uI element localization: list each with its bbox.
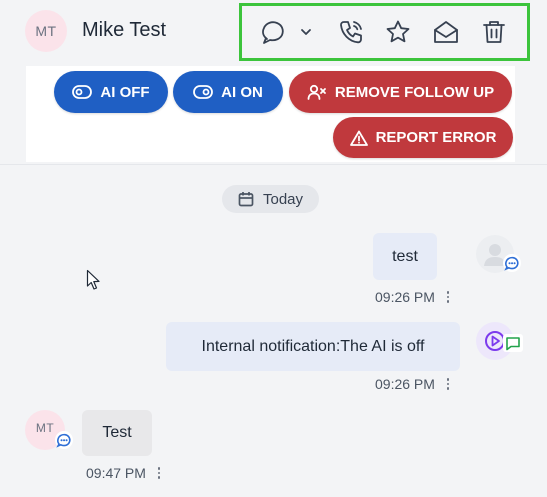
ai-on-button[interactable]: AI ON [173,71,283,113]
ai-on-label: AI ON [221,83,263,101]
message-options-icon[interactable] [445,290,452,304]
message-timestamp: 09:26 PM [375,376,451,392]
chat-channel-icon [503,254,521,272]
message-text: test [392,247,418,265]
chat-channel-icon [55,431,73,449]
envelope-icon[interactable] [431,17,461,47]
report-error-button[interactable]: REPORT ERROR [333,117,513,158]
star-icon[interactable] [383,17,413,47]
message-bubble[interactable]: Test [82,410,152,456]
calendar-icon [238,192,254,207]
trash-icon[interactable] [479,17,509,47]
internal-note-icon [503,334,523,352]
mouse-cursor-icon [86,269,102,296]
message-timestamp: 09:47 PM [86,465,162,481]
conversation-header: MT Mike Test [0,0,547,66]
action-buttons-panel: AI OFF AI ON REMOVE FOLLOW UP REPORT ERR… [26,66,515,162]
report-error-label: REPORT ERROR [375,129,497,146]
ai-off-label: AI OFF [100,83,150,101]
toggle-on-icon [193,85,214,99]
remove-follow-up-button[interactable]: REMOVE FOLLOW UP [289,71,512,113]
chevron-down-icon[interactable] [297,17,315,47]
contact-avatar[interactable]: MT [25,10,67,52]
warning-icon [349,130,368,146]
contact-name[interactable]: Mike Test [82,19,166,42]
message-time: 09:47 PM [86,465,146,481]
message-timestamp: 09:26 PM [375,289,451,305]
date-label: Today [262,190,304,208]
chat-bubble-icon[interactable] [258,17,288,47]
toggle-off-icon [72,85,93,99]
message-bubble[interactable]: Internal notification:The AI is off [166,322,460,371]
message-text: Internal notification:The AI is off [201,337,425,355]
message-options-icon[interactable] [156,466,163,480]
date-separator: Today [222,185,319,213]
message-time: 09:26 PM [375,289,435,305]
message-text: Test [102,424,132,441]
phone-icon[interactable] [336,17,366,47]
header-toolbar [239,3,530,61]
ai-off-button[interactable]: AI OFF [54,71,168,113]
user-remove-icon [307,84,326,100]
remove-follow-up-label: REMOVE FOLLOW UP [334,83,495,101]
message-options-icon[interactable] [445,377,452,391]
header-divider [0,164,547,165]
message-time: 09:26 PM [375,376,435,392]
message-bubble[interactable]: test [373,233,437,280]
